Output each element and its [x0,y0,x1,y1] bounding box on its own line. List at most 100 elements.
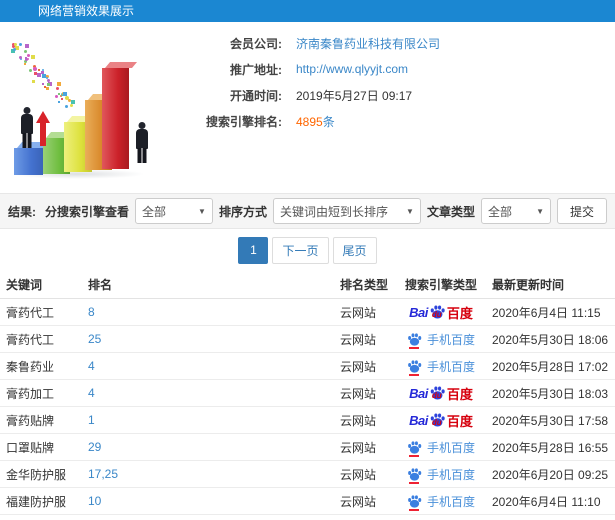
member-company-link[interactable]: 济南秦鲁药业科技有限公司 [296,35,440,52]
page-1-button[interactable]: 1 [238,236,269,264]
engine-rank-label: 搜索引擎排名: [206,114,282,129]
table-row: Bai du 百度 [0,515,615,520]
open-time-row: 开通时间: 2019年5月27日 09:17 [170,82,610,108]
mobile-baidu-logo[interactable]: 手机百度 [407,358,475,376]
table-row: 福建防护服 10 云网站 手机百度 2020年6月4日 11:10 [0,488,615,515]
rank-type-cell: 云网站 [340,386,377,401]
submit-button[interactable]: 提交 [556,198,607,224]
header-rank: 排名 [88,278,113,292]
mobile-baidu-logo[interactable]: 手机百度 [407,493,475,511]
baidu-paw-icon: du [429,385,446,401]
table-row: 金华防护服 17,25 云网站 手机百度 2020年6月20日 09:25 [0,461,615,488]
engine-cell: 手机百度 [396,331,486,349]
result-label: 结果: [8,204,36,219]
baidu-logo[interactable]: Bai du 百度 [409,411,473,430]
engine-rank-value: 4895条 [296,113,335,130]
article-type-select[interactable]: 全部 ▼ [480,198,551,224]
mobile-baidu-text: 手机百度 [426,494,475,509]
keyword-cell: 秦鲁药业 [6,359,55,374]
confetti-decoration [0,27,170,185]
article-type-value: 全部 [487,204,512,219]
updated-cell: 2020年5月30日 17:58 [492,413,609,428]
member-company-row: 会员公司: 济南秦鲁药业科技有限公司 [170,30,610,56]
mobile-baidu-paw-icon [407,440,422,457]
baidu-logo[interactable]: Bai du 百度 [409,303,473,322]
promo-url-link[interactable]: http://www.qlyyjt.com [296,62,408,76]
table-row: 膏药加工 4 云网站 Bai du 百度 2020年5月30日 18:03 [0,380,615,407]
mobile-baidu-text: 手机百度 [426,332,475,347]
mobile-baidu-logo[interactable]: 手机百度 [407,466,475,484]
mobile-baidu-text: 手机百度 [426,467,475,482]
table-row: 膏药代工 8 云网站 Bai du 百度 2020年6月4日 11:15 [0,299,615,326]
baidu-bai-text: Bai [409,412,428,428]
sort-filter-value: 关键词由短到长排序 [279,204,388,219]
table-body: 膏药代工 8 云网站 Bai du 百度 2020年6月4日 11:15 膏药代… [0,299,615,520]
engine-cell: 手机百度 [396,493,486,511]
keyword-cell: 膏药代工 [6,332,55,347]
rank-link[interactable]: 4 [88,386,340,400]
mobile-baidu-text: 手机百度 [426,440,475,455]
mobile-baidu-logo[interactable]: 手机百度 [407,331,475,349]
mobile-baidu-paw-icon [407,494,422,511]
rank-count: 4895 [296,114,323,129]
baidu-cn-text: 百度 [446,413,473,429]
table-row: 秦鲁药业 4 云网站 手机百度 2020年5月28日 17:02 [0,353,615,380]
updated-cell: 2020年6月4日 11:15 [492,305,601,320]
article-type-label: 文章类型 [426,204,475,219]
mobile-baidu-logo[interactable]: 手机百度 [407,439,475,457]
updated-cell: 2020年6月4日 11:10 [492,494,601,509]
header-keyword: 关键词 [6,278,43,292]
baidu-du-text: du [431,391,442,400]
keyword-cell: 福建防护服 [6,494,67,509]
filter-controls: 分搜索引擎查看 全部 ▼ 排序方式 关键词由短到长排序 ▼ 文章类型 全部 ▼ … [45,198,607,224]
engine-cell: Bai du 百度 [396,411,486,430]
engine-cell: 手机百度 [396,439,486,457]
table-row: 口罩贴牌 29 云网站 手机百度 2020年5月28日 16:55 [0,434,615,461]
rank-link[interactable]: 8 [88,305,340,319]
pagination: 1 下一页 尾页 [0,229,615,271]
summary-section: 会员公司: 济南秦鲁药业科技有限公司 推广地址: http://www.qlyy… [0,22,615,193]
updated-cell: 2020年5月28日 16:55 [492,440,609,455]
engine-filter-select[interactable]: 全部 ▼ [134,198,213,224]
engine-rank-row: 搜索引擎排名: 4895条 [170,108,610,134]
sort-filter-select[interactable]: 关键词由短到长排序 ▼ [272,198,421,224]
updated-cell: 2020年5月30日 18:06 [492,332,609,347]
engine-cell: Bai du 百度 [396,303,486,322]
engine-filter-value: 全部 [141,204,166,219]
last-page-button[interactable]: 尾页 [332,236,377,264]
member-info-list: 会员公司: 济南秦鲁药业科技有限公司 推广地址: http://www.qlyy… [170,30,610,134]
rank-type-cell: 云网站 [340,413,377,428]
next-page-button[interactable]: 下一页 [272,236,329,264]
baidu-logo[interactable]: Bai du 百度 [409,384,473,403]
header-updated: 最新更新时间 [492,278,565,292]
mobile-baidu-text: 手机百度 [426,359,475,374]
sort-filter-label: 排序方式 [218,204,267,219]
keyword-cell: 口罩贴牌 [6,440,55,455]
header-engine-type: 搜索引擎类型 [404,278,477,292]
header-rank-type: 排名类型 [340,278,389,292]
baidu-du-text: du [431,418,442,427]
chevron-down-icon: ▼ [198,206,206,216]
baidu-paw-icon: du [429,412,446,428]
rank-link[interactable]: 17,25 [88,467,340,481]
rank-link[interactable]: 4 [88,359,340,373]
rank-type-cell: 云网站 [340,494,377,509]
rank-link[interactable]: 25 [88,332,340,346]
rank-link[interactable]: 1 [88,413,340,427]
keyword-cell: 膏药贴牌 [6,413,55,428]
engine-filter-label: 分搜索引擎查看 [44,204,129,219]
updated-cell: 2020年5月30日 18:03 [492,386,609,401]
table-row: 膏药贴牌 1 云网站 Bai du 百度 2020年5月30日 17:58 [0,407,615,434]
rank-type-cell: 云网站 [340,332,377,347]
rank-link[interactable]: 10 [88,494,340,508]
rank-link[interactable]: 29 [88,440,340,454]
mobile-baidu-paw-icon [407,359,422,376]
chevron-down-icon: ▼ [536,206,544,216]
table-header-row: 关键词 排名 排名类型 搜索引擎类型 最新更新时间 [0,271,615,299]
baidu-cn-text: 百度 [446,386,473,402]
rank-type-cell: 云网站 [340,305,377,320]
keyword-cell: 金华防护服 [6,467,67,482]
table-row: 膏药代工 25 云网站 手机百度 2020年5月30日 18:06 [0,326,615,353]
keyword-cell: 膏药代工 [6,305,55,320]
baidu-paw-icon: du [429,304,446,320]
